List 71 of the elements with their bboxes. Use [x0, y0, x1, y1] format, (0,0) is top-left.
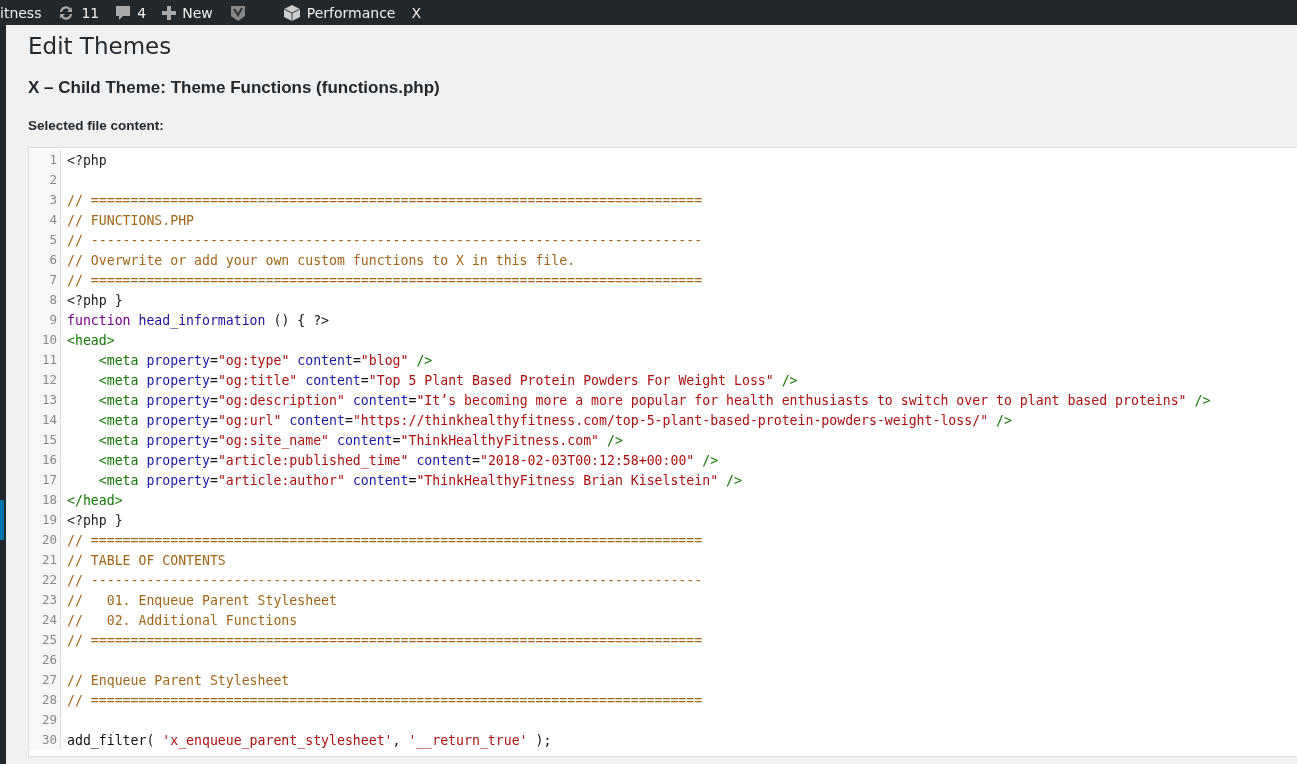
line-number: 15	[29, 430, 61, 450]
code-line: <meta property="article:published_time" content="2018-02-03T00:12:58+00:00" />	[97, 452, 719, 468]
line-number: 24	[29, 610, 61, 630]
line-number: 11	[29, 350, 61, 370]
code-line: // =============================================================================	[66, 632, 703, 648]
line-number: 9	[29, 310, 61, 330]
line-number: 8	[29, 290, 61, 310]
line-number: 19	[29, 510, 61, 530]
line-number: 27	[29, 670, 61, 690]
line-number: 25	[29, 630, 61, 650]
code-line: <meta property="og:url" content="https://thinkhealthyfitness.com/top-5-plant-based-protein-powders-weight-loss/" />	[97, 412, 1012, 428]
site-name-link[interactable]: itness	[0, 4, 42, 21]
line-number: 23	[29, 590, 61, 610]
content-label: Selected file content:	[28, 118, 165, 133]
line-number: 29	[29, 710, 61, 730]
code-line: // TABLE OF CONTENTS	[66, 552, 226, 568]
code-line: </head>	[66, 492, 123, 508]
line-number: 3	[29, 190, 61, 210]
x-link[interactable]: X	[411, 4, 422, 21]
line-number: 4	[29, 210, 61, 230]
line-number: 21	[29, 550, 61, 570]
line-number: 18	[29, 490, 61, 510]
code-line: // =============================================================================	[66, 532, 703, 548]
code-line: <meta property="og:title" content="Top 5 Plant Based Protein Powders For Weight Loss" />	[97, 372, 798, 388]
updates-count[interactable]: 11	[81, 4, 100, 21]
line-number: 22	[29, 570, 61, 590]
code-line: <?php	[66, 152, 107, 168]
line-number: 13	[29, 390, 61, 410]
line-number: 26	[29, 650, 61, 670]
cube-icon	[282, 3, 301, 22]
line-number: 10	[29, 330, 61, 350]
line-number: 28	[29, 690, 61, 710]
line-number: 14	[29, 410, 61, 430]
code-line: // =============================================================================	[66, 692, 703, 708]
line-number: 5	[29, 230, 61, 250]
code-line: // =============================================================================	[66, 192, 703, 208]
code-line: // FUNCTIONS.PHP	[66, 212, 195, 228]
line-number: 30	[29, 730, 61, 750]
page-title: Edit Themes	[28, 32, 173, 61]
comment-icon	[115, 4, 132, 21]
file-heading: X – Child Theme: Theme Functions (functions.php)	[28, 78, 441, 98]
code-line: <?php }	[66, 512, 123, 528]
code-editor[interactable]	[28, 147, 1297, 757]
code-line: // 02. Additional Functions	[66, 612, 298, 628]
code-line: add_filter( 'x_enqueue_parent_stylesheet', '__return_true' );	[66, 732, 552, 748]
code-line: <?php }	[66, 292, 123, 308]
plus-icon	[162, 5, 177, 20]
code-line: <meta property="og:description" content="It’s becoming more a more popular for health enthusiasts to switch over to plant based proteins" />	[97, 392, 1211, 408]
performance-link[interactable]: Performance	[306, 4, 396, 21]
line-number: 2	[29, 170, 61, 190]
line-number: 7	[29, 270, 61, 290]
code-line: // -----------------------------------------------------------------------------	[66, 232, 703, 248]
line-number: 12	[29, 370, 61, 390]
code-line: // -----------------------------------------------------------------------------	[66, 572, 703, 588]
code-line: <meta property="article:author" content="ThinkHealthyFitness Brian Kiselstein" />	[97, 472, 742, 488]
comments-count[interactable]: 4	[137, 4, 147, 21]
code-line: // Enqueue Parent Stylesheet	[66, 672, 290, 688]
code-line: function head_information () { ?>	[66, 312, 330, 328]
code-line: <head>	[66, 332, 115, 348]
line-number: 20	[29, 530, 61, 550]
shield-icon[interactable]	[228, 3, 247, 22]
code-line: // Overwrite or add your own custom functions to X in this file.	[66, 252, 576, 268]
line-number: 16	[29, 450, 61, 470]
code-line: // 01. Enqueue Parent Stylesheet	[66, 592, 337, 608]
line-number: 17	[29, 470, 61, 490]
code-line: // =============================================================================	[66, 272, 703, 288]
code-line: <meta property="og:site_name" content="ThinkHealthyFitness.com" />	[97, 432, 623, 448]
code-line: <meta property="og:type" content="blog" />	[97, 352, 433, 368]
line-number: 6	[29, 250, 61, 270]
line-number: 1	[29, 150, 61, 170]
new-link[interactable]: New	[182, 4, 213, 21]
